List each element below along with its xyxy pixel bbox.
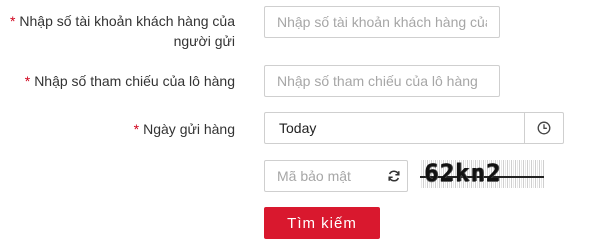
required-mark: * (9, 13, 16, 29)
captcha-field[interactable] (264, 160, 408, 192)
ship-date-label-text: Ngày gửi hàng (143, 121, 235, 137)
captcha-image-text: 62kn2 (424, 160, 502, 187)
ship-date-picker[interactable]: Today (264, 112, 564, 144)
required-mark: * (133, 121, 140, 137)
customer-account-label-line2: người gửi (173, 33, 235, 49)
captcha-image: 62kn2 (420, 160, 544, 188)
shipment-reference-label-text: Nhập số tham chiếu của lô hàng (34, 73, 235, 89)
customer-account-label-line1: Nhập số tài khoản khách hàng của (19, 13, 235, 29)
ship-date-label: * Ngày gửi hàng (134, 119, 235, 139)
customer-account-input[interactable] (264, 6, 500, 38)
customer-account-label: * Nhập số tài khoản khách hàng của người … (10, 11, 235, 51)
shipment-reference-input[interactable] (264, 65, 500, 97)
ship-date-button[interactable] (524, 113, 563, 143)
ship-date-value[interactable]: Today (265, 113, 524, 143)
captcha-refresh-button[interactable] (381, 169, 407, 183)
required-mark: * (24, 73, 31, 89)
shipment-reference-label: * Nhập số tham chiếu của lô hàng (25, 71, 235, 91)
captcha-input[interactable] (265, 162, 381, 190)
search-button[interactable]: Tìm kiếm (264, 207, 380, 239)
clock-icon (537, 121, 551, 135)
refresh-icon (388, 170, 400, 182)
